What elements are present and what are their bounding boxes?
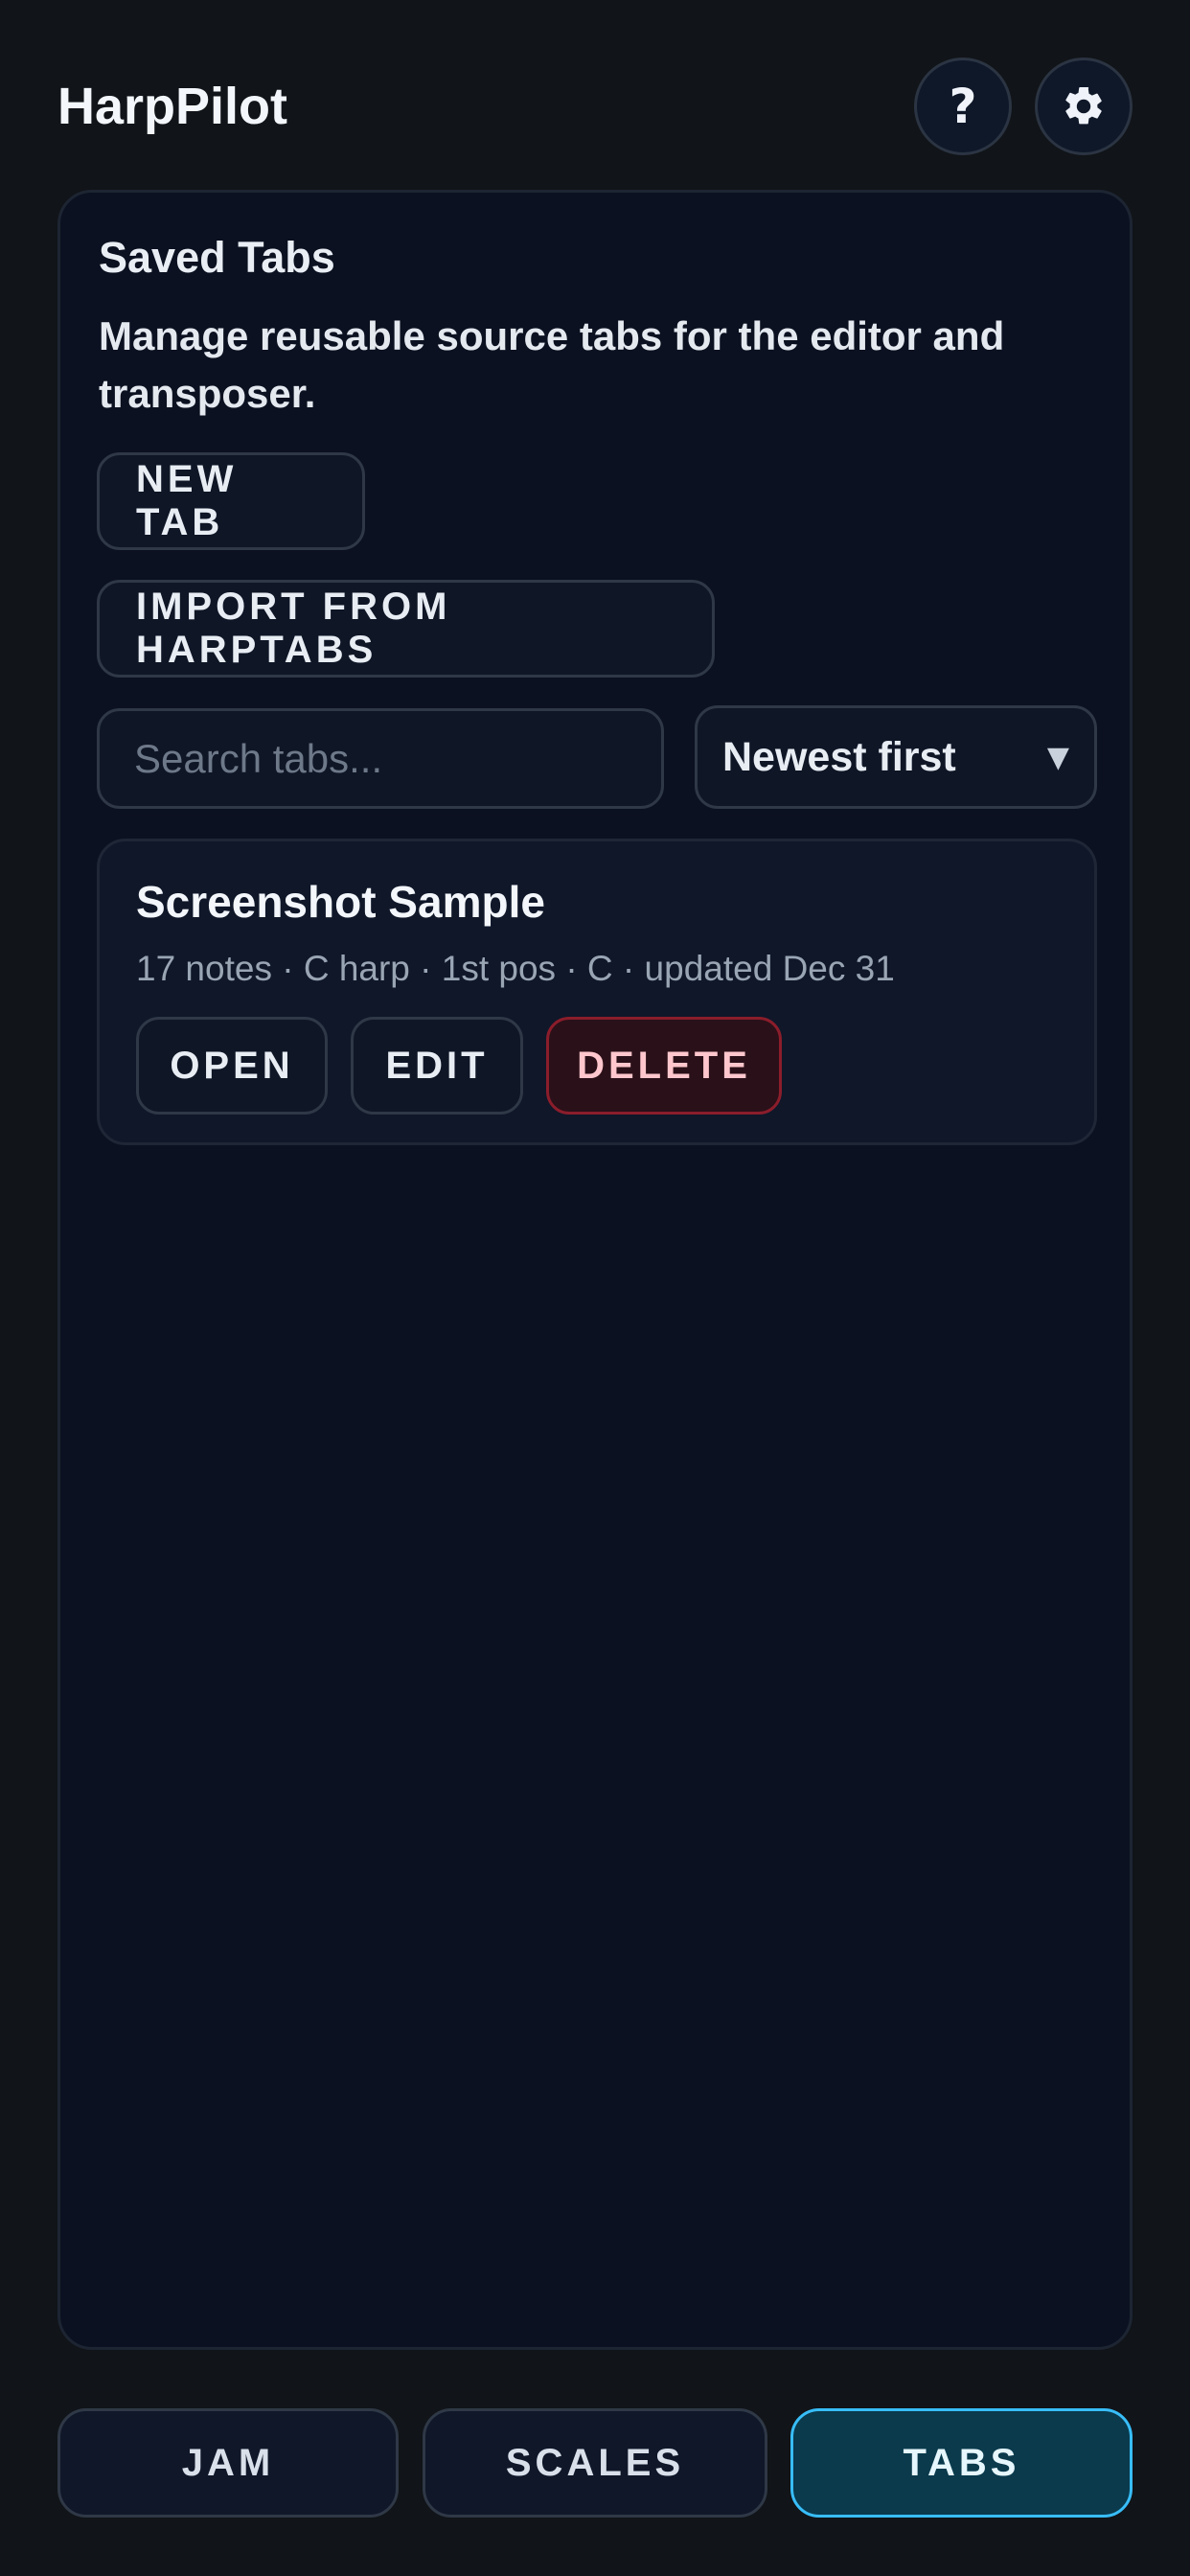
nav-tab-scales[interactable]: SCALES: [423, 2408, 767, 2518]
gear-icon: [1065, 86, 1102, 125]
open-button[interactable]: OPEN: [136, 1017, 328, 1115]
sort-selected-value: Newest first: [722, 733, 956, 780]
tab-card: Screenshot Sample 17 notes · C harp · 1s…: [97, 839, 1097, 1145]
search-input[interactable]: [97, 708, 664, 809]
tab-title: Screenshot Sample: [136, 877, 545, 927]
triangle-down-icon: ▼: [1046, 740, 1069, 774]
sort-select[interactable]: Newest first ▼: [695, 705, 1097, 809]
question-mark-icon: ?: [949, 79, 977, 134]
new-tab-button[interactable]: NEW TAB: [97, 452, 365, 550]
app-title: HarpPilot: [57, 78, 288, 135]
app-root: HarpPilot ? Saved Tabs Manage reusable s…: [0, 0, 1190, 2576]
edit-button[interactable]: EDIT: [351, 1017, 523, 1115]
nav-tab-tabs[interactable]: TABS: [790, 2408, 1133, 2518]
panel-description: Manage reusable source tabs for the edit…: [99, 313, 1005, 416]
header-actions: ?: [914, 58, 1133, 155]
saved-tabs-panel: Saved Tabs Manage reusable source tabs f…: [57, 190, 1133, 2350]
import-harptabs-button[interactable]: IMPORT FROM HARPTABS: [97, 580, 715, 678]
header: HarpPilot ?: [57, 58, 1133, 155]
tab-meta: 17 notes · C harp · 1st pos · C · update…: [136, 949, 895, 988]
nav-tab-jam[interactable]: JAM: [57, 2408, 399, 2518]
settings-button[interactable]: [1035, 58, 1133, 155]
delete-button[interactable]: DELETE: [546, 1017, 782, 1115]
bottom-nav: JAM SCALES TABS: [57, 2408, 1133, 2518]
panel-title: Saved Tabs: [99, 233, 335, 282]
help-button[interactable]: ?: [914, 58, 1012, 155]
